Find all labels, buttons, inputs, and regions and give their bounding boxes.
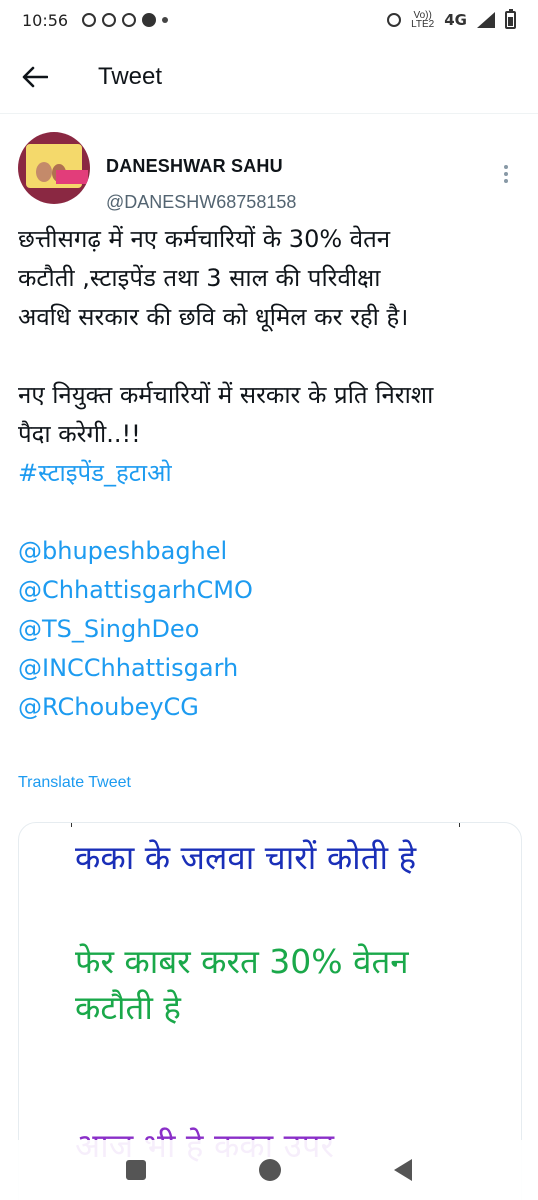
app-header: Tweet [0, 40, 538, 114]
more-notifications-icon [162, 17, 169, 23]
author-handle[interactable]: @DANESHW68758158 [106, 192, 296, 213]
whatsapp-icon [82, 13, 97, 27]
image-edge-mark [459, 823, 460, 827]
system-back-button[interactable] [393, 1159, 412, 1181]
mention-link[interactable]: @bhupeshbaghel [18, 532, 524, 571]
more-dot-icon [504, 179, 508, 183]
system-icons: Vo)) LTE2 4G [387, 9, 516, 30]
media-text-line-2: फेर काबर करत 30% वेतन कटौती हे [75, 942, 409, 1027]
signal-icon [477, 12, 495, 28]
home-button[interactable] [258, 1159, 281, 1181]
app-notification-icon-2 [122, 13, 137, 27]
facebook-icon [142, 13, 157, 27]
back-button[interactable] [0, 40, 70, 114]
image-edge-mark [71, 823, 72, 827]
battery-icon [505, 9, 516, 29]
status-bar: 10:56 Vo)) LTE2 4G [0, 0, 538, 40]
tweet-line: छत्तीसगढ़ में नए कर्मचारियों के 30% वेतन [18, 225, 391, 253]
mention-link[interactable]: @RChoubeyCG [18, 688, 524, 727]
media-text-line-1: कका के जलवा चारों कोती हे [75, 838, 417, 877]
tweet-line: अवधि सरकार की छवि को धूमिल कर रही है। [18, 303, 409, 331]
avatar-banner [56, 170, 88, 184]
notification-icons [82, 13, 169, 27]
more-options-button[interactable] [498, 162, 514, 186]
alarm-icon [387, 13, 402, 27]
mention-link[interactable]: @ChhattisgarhCMO [18, 571, 524, 610]
author-name[interactable]: DANESHWAR SAHU [106, 156, 283, 177]
avatar[interactable] [18, 132, 90, 204]
tweet-line: कटौती ,स्टाइपेंड तथा 3 साल की परिवीक्षा [18, 264, 381, 292]
lte-label: LTE2 [411, 19, 435, 30]
more-dot-icon [504, 172, 508, 176]
avatar-face [36, 162, 52, 182]
translate-tweet-link[interactable]: Translate Tweet [18, 774, 131, 792]
mention-link[interactable]: @TS_SinghDeo [18, 610, 524, 649]
arrow-left-icon [22, 66, 48, 87]
tweet-line: नए नियुक्त कर्मचारियों में सरकार के प्रत… [18, 381, 434, 409]
status-time: 10:56 [22, 10, 69, 30]
tweet-line: पैदा करेगी..!! [18, 420, 141, 448]
mention-link[interactable]: @INCChhattisgarh [18, 649, 524, 688]
recent-apps-button[interactable] [126, 1160, 147, 1180]
system-navigation-bar [0, 1140, 538, 1200]
avatar-image [26, 144, 88, 188]
author-row: DANESHWAR SAHU @DANESHW68758158 [18, 132, 520, 212]
page-title: Tweet [98, 62, 163, 90]
volte-indicator: Vo)) LTE2 [411, 11, 435, 30]
signal-label: 4G [444, 11, 467, 29]
app-notification-icon [102, 13, 117, 27]
more-dot-icon [504, 165, 508, 169]
hashtag-link[interactable]: #स्टाइपेंड_हटाओ [18, 454, 524, 493]
tweet-text: छत्तीसगढ़ में नए कर्मचारियों के 30% वेतन… [18, 220, 524, 727]
